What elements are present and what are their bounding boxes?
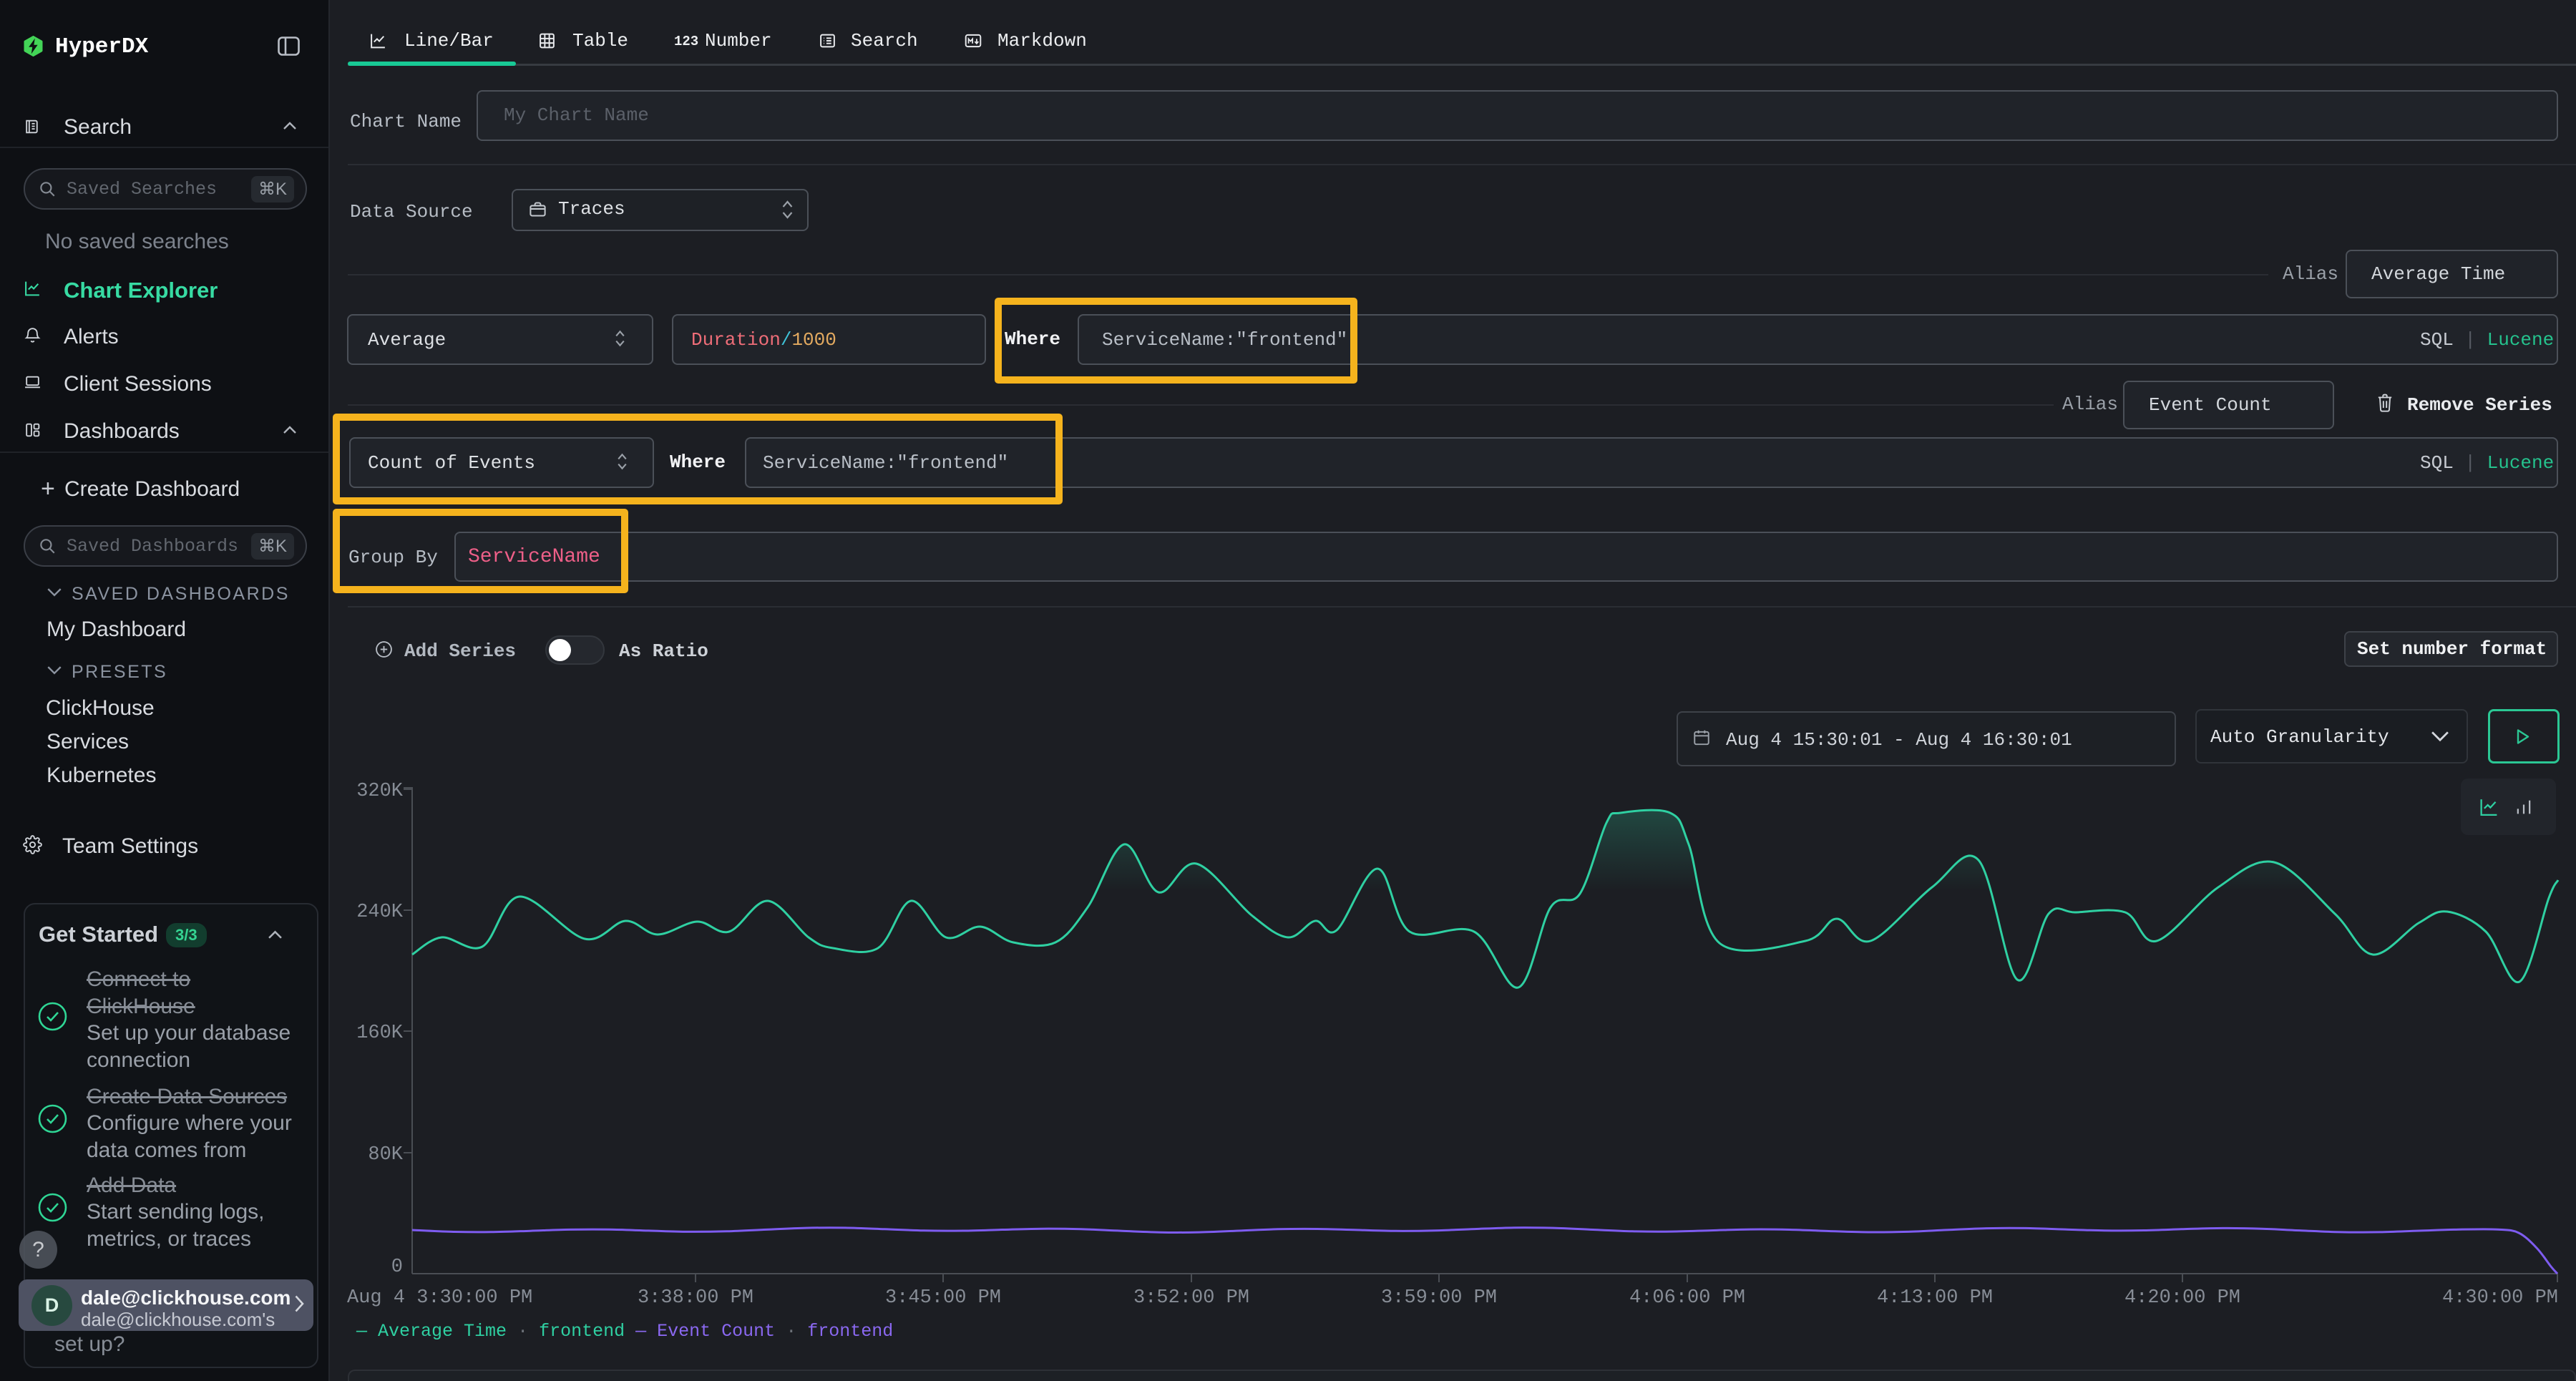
- svg-text:240K: 240K: [356, 902, 404, 923]
- svg-text:4:06:00 PM: 4:06:00 PM: [1629, 1287, 1745, 1309]
- svg-text:3:59:00 PM: 3:59:00 PM: [1381, 1287, 1497, 1309]
- svg-text:160K: 160K: [356, 1023, 404, 1044]
- svg-text:3:52:00 PM: 3:52:00 PM: [1133, 1287, 1249, 1309]
- svg-text:4:13:00 PM: 4:13:00 PM: [1877, 1287, 1993, 1309]
- svg-text:3:38:00 PM: 3:38:00 PM: [638, 1287, 753, 1309]
- svg-text:320K: 320K: [356, 781, 404, 802]
- svg-text:Aug 4 3:30:00 PM: Aug 4 3:30:00 PM: [347, 1287, 532, 1309]
- svg-text:0: 0: [391, 1256, 403, 1278]
- svg-text:80K: 80K: [368, 1144, 403, 1166]
- svg-text:3:45:00 PM: 3:45:00 PM: [885, 1287, 1001, 1309]
- svg-text:4:30:00 PM: 4:30:00 PM: [2442, 1287, 2558, 1309]
- svg-text:4:20:00 PM: 4:20:00 PM: [2124, 1287, 2240, 1309]
